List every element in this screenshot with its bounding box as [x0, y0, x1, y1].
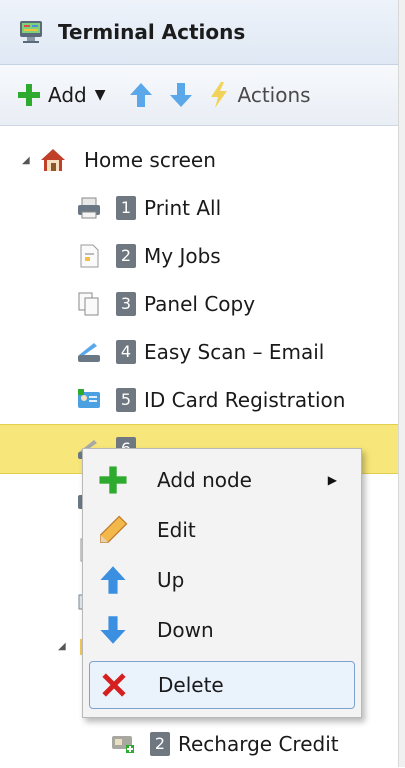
tree-node-item[interactable]: 1 Print All [0, 184, 399, 232]
toolbar: Add ▼ Actions [0, 65, 399, 126]
order-badge: 4 [116, 340, 136, 364]
home-icon [41, 149, 65, 171]
menu-item-label: Down [157, 618, 214, 642]
panel-title: Terminal Actions [58, 20, 246, 44]
panel-header: Terminal Actions [0, 0, 399, 65]
run-action-button[interactable] [208, 75, 230, 115]
add-button[interactable]: Add ▼ [16, 75, 106, 115]
id-card-icon [78, 389, 100, 408]
tree-node-item[interactable]: 5 ID Card Registration [0, 376, 399, 424]
arrow-up-icon [100, 566, 126, 594]
add-button-label: Add [48, 83, 87, 107]
lightning-icon [210, 82, 227, 108]
expand-arrow-icon[interactable]: ◢ [58, 641, 70, 652]
menu-item-label: Delete [158, 673, 224, 697]
terminal-icon [20, 21, 42, 43]
menu-item-label: Add node [157, 468, 252, 492]
tree-node-label: Home screen [84, 148, 216, 172]
plus-icon [99, 466, 127, 494]
tree-node-label: Panel Copy [144, 292, 256, 316]
move-down-button[interactable] [168, 75, 194, 115]
order-badge: 1 [116, 196, 136, 220]
menu-item-label: Up [157, 568, 185, 592]
chevron-down-icon: ▼ [94, 87, 106, 103]
tree-node-label: Print All [144, 196, 222, 220]
order-badge: 2 [150, 732, 170, 756]
arrow-up-icon [129, 83, 152, 107]
terminal-actions-panel: Terminal Actions Add ▼ Actions ◢ Home sc… [0, 0, 399, 767]
copy-icon [78, 292, 99, 316]
tree-node-item[interactable]: 4 Easy Scan – Email [0, 328, 399, 376]
scrollbar[interactable] [398, 0, 405, 767]
expand-arrow-icon[interactable]: ◢ [22, 155, 34, 166]
tree-node-home[interactable]: ◢ Home screen [0, 136, 399, 184]
arrow-down-icon [100, 616, 126, 644]
context-menu: Add node ▶ Edit Up Down Delete [82, 448, 362, 718]
order-badge: 5 [116, 388, 136, 412]
actions-menu[interactable]: Actions [238, 83, 311, 107]
delete-x-icon [102, 673, 126, 697]
tree-node-item[interactable]: 2 Recharge Credit [0, 720, 399, 768]
order-badge: 2 [116, 244, 136, 268]
tree-node-label: Recharge Credit [178, 732, 339, 756]
tree-node-item[interactable]: 2 My Jobs [0, 232, 399, 280]
menu-item-up[interactable]: Up [89, 557, 353, 603]
recharge-icon [112, 736, 134, 753]
submenu-arrow-icon: ▶ [327, 473, 337, 487]
move-up-button[interactable] [128, 75, 154, 115]
printer-icon [78, 197, 100, 219]
menu-item-label: Edit [157, 518, 196, 542]
document-icon [80, 244, 99, 268]
plus-icon [18, 84, 40, 106]
menu-item-edit[interactable]: Edit [89, 507, 353, 553]
tree-node-label: Easy Scan – Email [144, 340, 325, 364]
menu-item-delete[interactable]: Delete [89, 661, 355, 709]
arrow-down-icon [169, 83, 192, 107]
order-badge: 3 [116, 292, 136, 316]
menu-item-add-node[interactable]: Add node ▶ [89, 457, 353, 503]
tree-node-label: ID Card Registration [144, 388, 346, 412]
tree-node-item[interactable]: 3 Panel Copy [0, 280, 399, 328]
scanner-icon [78, 343, 100, 362]
menu-item-down[interactable]: Down [89, 607, 353, 653]
pencil-icon [100, 515, 128, 543]
tree-node-label: My Jobs [144, 244, 221, 268]
